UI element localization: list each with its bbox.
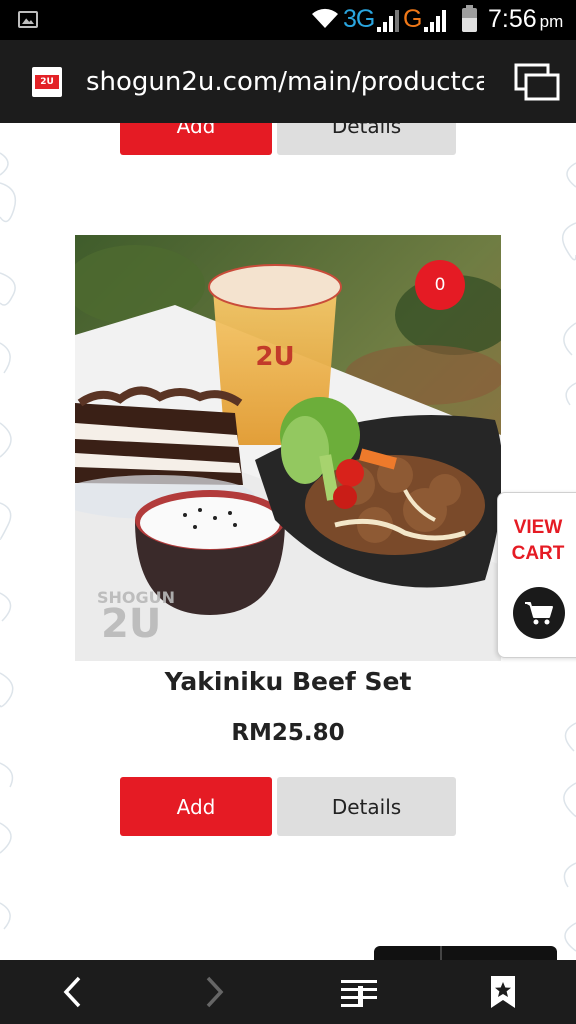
- url-field[interactable]: shogun2u.com/main/productca: [86, 64, 484, 100]
- signal-strength-icon: [424, 10, 446, 32]
- network-type-primary: 3G: [343, 5, 375, 33]
- battery-icon: [462, 5, 477, 32]
- shopping-cart-icon[interactable]: [513, 587, 565, 639]
- floating-bottom-tab[interactable]: [374, 946, 557, 960]
- clock: 7:56 pm: [488, 5, 564, 33]
- svg-text:2U: 2U: [255, 342, 294, 372]
- signal-strength-icon: [377, 10, 399, 32]
- page-content[interactable]: Add Details 2U SHOGUN 2U 0 Yakiniku Beef…: [0, 123, 576, 960]
- network-type-secondary: G: [403, 5, 423, 33]
- reader-mode-icon[interactable]: [340, 974, 380, 1010]
- status-bar: 3G G 7:56 pm: [0, 0, 576, 40]
- image-notification-icon: [18, 11, 38, 28]
- product-name: Yakiniku Beef Set: [164, 667, 412, 696]
- svg-text:2U: 2U: [101, 601, 161, 647]
- details-button[interactable]: Details: [277, 123, 456, 155]
- product-price: RM25.80: [231, 720, 345, 746]
- browser-url-bar: 2U shogun2u.com/main/productca: [0, 40, 576, 123]
- add-button[interactable]: Add: [120, 777, 272, 836]
- view-cart-label[interactable]: VIEW CART: [498, 515, 576, 567]
- decorative-wave-pattern: [0, 152, 17, 930]
- site-favicon: 2U: [32, 67, 62, 97]
- tabs-icon[interactable]: [513, 62, 561, 102]
- bookmark-star-icon[interactable]: [483, 974, 523, 1010]
- chevron-right-icon[interactable]: [195, 974, 235, 1010]
- add-button[interactable]: Add: [120, 123, 272, 155]
- details-button[interactable]: Details: [277, 777, 456, 836]
- browser-navigation-bar: [0, 960, 576, 1024]
- quantity-badge: 0: [415, 260, 465, 310]
- wifi-icon: [312, 8, 338, 28]
- view-cart-widget[interactable]: VIEW CART: [497, 492, 576, 658]
- chevron-left-icon[interactable]: [52, 974, 92, 1010]
